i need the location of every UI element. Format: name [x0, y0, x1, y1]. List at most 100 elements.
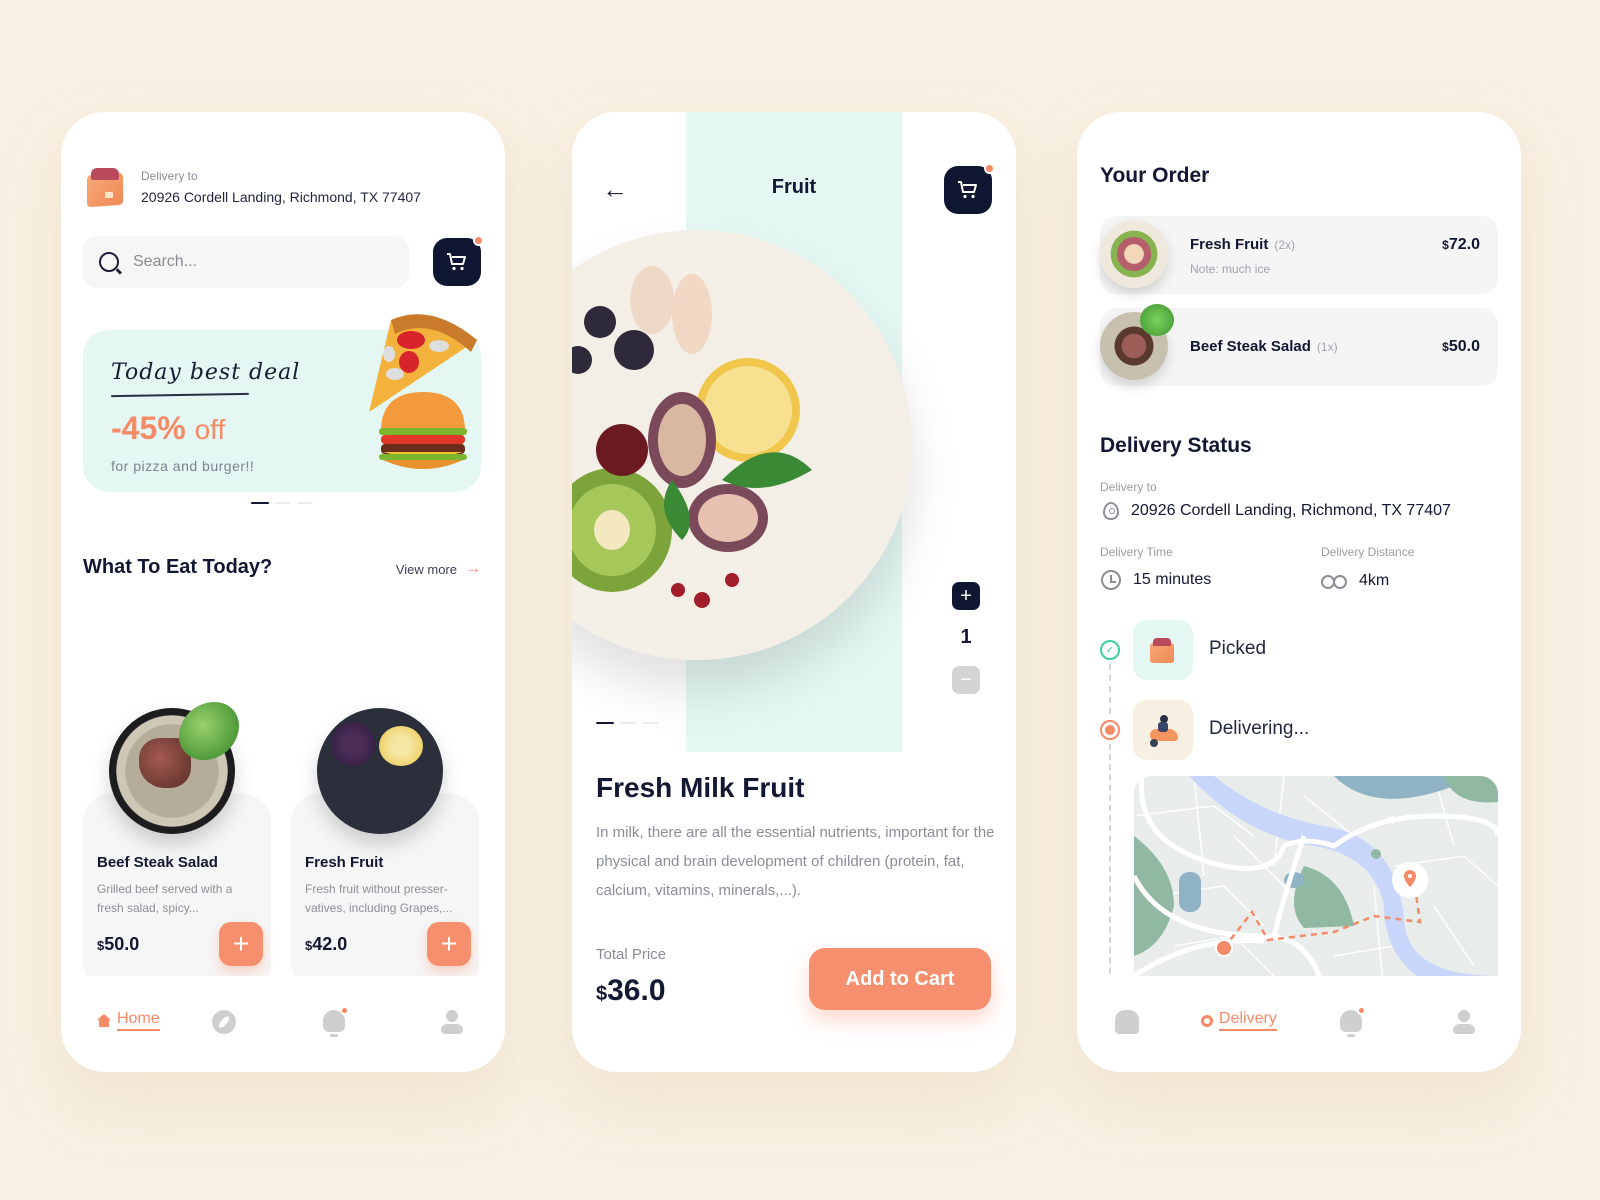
bicycle-icon: [1321, 573, 1347, 589]
tab-delivery-label: Delivery: [1219, 1010, 1277, 1031]
bell-icon: [1340, 1006, 1366, 1037]
order-item-price: $72.0: [1442, 236, 1480, 254]
check-icon: ✓: [1105, 644, 1115, 656]
order-item-qty: (1x): [1316, 340, 1338, 354]
total-price-label: Total Price: [596, 946, 667, 963]
product-image: [572, 230, 912, 660]
search-icon: [99, 252, 119, 272]
promo-title: Today best deal: [111, 360, 301, 385]
plus-icon: +: [440, 928, 458, 959]
bell-icon: [323, 1006, 349, 1037]
step-connector: [1109, 664, 1111, 714]
currency-symbol: $: [1442, 238, 1449, 252]
quantity-value: 1: [960, 626, 972, 648]
user-icon: [1453, 1010, 1475, 1036]
tab-explore[interactable]: [212, 1010, 236, 1034]
food-name: Fresh Fruit: [305, 854, 384, 871]
home-screen: Delivery to 20926 Cordell Landing, Richm…: [61, 112, 505, 1072]
search-bar[interactable]: [83, 236, 409, 288]
fruit-bowl-illustration: [572, 266, 812, 608]
delivery-map[interactable]: [1134, 776, 1498, 998]
delivery-time-value: 15 minutes: [1133, 571, 1212, 588]
increase-quantity-button[interactable]: +: [952, 582, 980, 610]
delivery-to-label: Delivery to: [1100, 480, 1157, 494]
delivery-address: 20926 Cordell Landing, Richmond, TX 7740…: [1103, 502, 1451, 520]
step-connector: [1109, 744, 1111, 1004]
price-value: 72.0: [1448, 236, 1480, 253]
tab-home-label: Home: [117, 1010, 160, 1031]
cart-button[interactable]: [944, 163, 995, 214]
promo-discount: -45% off: [111, 410, 225, 447]
order-item[interactable]: Beef Steak Salad (1x) $50.0: [1100, 304, 1498, 386]
food-card[interactable]: Fresh Fruit Fresh fruit without presser-…: [291, 708, 479, 990]
food-image: [109, 702, 239, 834]
add-button[interactable]: +: [427, 922, 471, 966]
scooter-icon: [1146, 713, 1180, 747]
section-title: What To Eat Today?: [83, 556, 273, 578]
promo-carousel-indicator: [251, 502, 313, 504]
order-item-title: Beef Steak Salad: [1190, 338, 1311, 355]
cart-button[interactable]: [433, 235, 484, 286]
clock-icon: [1101, 570, 1121, 590]
arrow-right-icon: →: [465, 560, 481, 577]
tab-notifications[interactable]: [1340, 1006, 1366, 1037]
promo-subtitle: for pizza and burger!!: [111, 458, 255, 474]
home-icon: [97, 1014, 111, 1027]
step-picked-label: Picked: [1209, 638, 1267, 659]
delivery-time-label: Delivery Time: [1100, 545, 1173, 559]
add-button[interactable]: +: [219, 922, 263, 966]
bottom-tab-bar: Delivery: [1077, 976, 1521, 1072]
tab-home[interactable]: [1115, 1010, 1139, 1034]
food-image: [317, 708, 443, 834]
tab-notifications[interactable]: [323, 1006, 349, 1037]
delivery-time: 15 minutes: [1101, 570, 1211, 590]
product-name: Fresh Milk Fruit: [596, 772, 805, 803]
step-delivering-label: Delivering...: [1209, 718, 1310, 739]
cart-icon: [958, 181, 977, 199]
package-icon: [83, 164, 129, 210]
promo-discount-suffix: off: [194, 414, 226, 445]
view-more-label: View more: [395, 561, 457, 577]
tab-profile[interactable]: [1453, 1010, 1475, 1036]
order-title: Your Order: [1100, 164, 1210, 187]
total-price: $36.0: [596, 974, 666, 1008]
food-description: Fresh fruit without presser-vatives, inc…: [305, 882, 453, 915]
promo-banner[interactable]: Today best deal -45% off for pizza and b…: [83, 314, 481, 492]
decrease-quantity-button[interactable]: −: [952, 666, 980, 694]
tab-home[interactable]: Home: [97, 1010, 160, 1031]
tab-delivery[interactable]: Delivery: [1201, 1010, 1277, 1031]
bottom-tab-bar: Home: [61, 976, 505, 1072]
image-carousel-indicator: [596, 722, 658, 724]
product-detail-screen: ← Fruit + 1 − Fresh Milk Fruit In milk, …: [572, 112, 1016, 1072]
food-description: Grilled beef served with a fresh salad, …: [97, 882, 233, 915]
view-more-link[interactable]: View more →: [396, 560, 481, 578]
cart-icon: [447, 253, 466, 271]
order-item-title: Fresh Fruit: [1190, 236, 1269, 253]
delivery-address-text: 20926 Cordell Landing, Richmond, TX 7740…: [1131, 502, 1451, 519]
order-status-screen: Your Order Fresh Fruit (2x) Note: much ic…: [1077, 112, 1521, 1072]
total-price-value: 36.0: [607, 974, 666, 1007]
delivery-label: Delivery to: [141, 169, 198, 183]
delivery-header[interactable]: Delivery to 20926 Cordell Landing, Richm…: [83, 164, 421, 210]
food-card[interactable]: Beef Steak Salad Grilled beef served wit…: [83, 702, 271, 990]
order-item-image: [1100, 220, 1168, 288]
delivery-distance-label: Delivery Distance: [1321, 545, 1415, 559]
order-item-note: Note: much ice: [1190, 262, 1271, 276]
delivery-address: 20926 Cordell Landing, Richmond, TX 7740…: [141, 189, 421, 205]
food-price: $42.0: [305, 934, 347, 955]
food-name: Beef Steak Salad: [97, 854, 218, 871]
location-pin-icon: [1103, 502, 1119, 520]
price-value: 42.0: [312, 934, 348, 954]
home-icon: [1115, 1010, 1139, 1034]
add-to-cart-button[interactable]: Add to Cart: [809, 948, 991, 1010]
search-input[interactable]: [133, 253, 373, 271]
tab-profile[interactable]: [441, 1010, 463, 1036]
notification-badge: [1357, 1006, 1366, 1015]
delivery-distance-value: 4km: [1359, 572, 1390, 589]
plus-icon: +: [960, 584, 972, 607]
delivery-distance: 4km: [1321, 572, 1389, 590]
step-active-indicator: [1100, 720, 1120, 740]
order-item[interactable]: Fresh Fruit (2x) Note: much ice $72.0: [1100, 216, 1498, 294]
cart-badge: [984, 163, 995, 174]
promo-discount-value: -45%: [111, 410, 186, 446]
